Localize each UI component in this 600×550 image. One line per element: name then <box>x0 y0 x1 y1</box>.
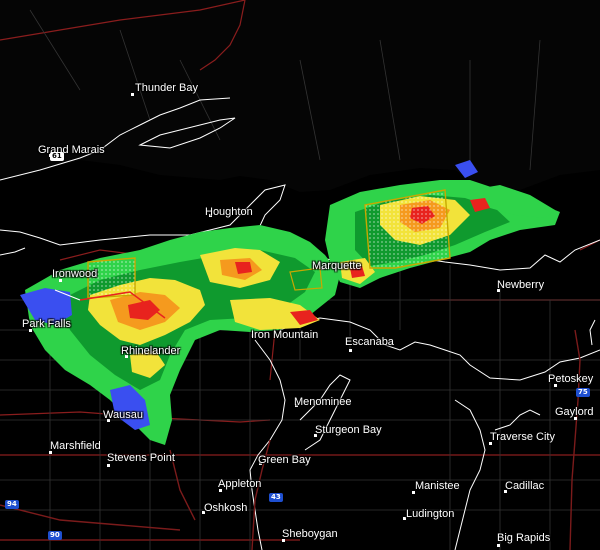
city-label: Newberry <box>497 279 545 291</box>
city-label: Stevens Point <box>107 452 175 464</box>
highway-shield: 94 <box>5 500 19 509</box>
city-label: Park Falls <box>22 318 71 330</box>
highway-shield: 90 <box>48 531 62 540</box>
city-dot <box>497 544 500 547</box>
city-label: Escanaba <box>345 336 394 348</box>
city-label: Ludington <box>406 508 455 520</box>
city-label: Sheboygan <box>282 528 338 540</box>
city-label: Marquette <box>312 260 362 272</box>
city-label: Thunder Bay <box>135 82 198 94</box>
city-dot <box>349 349 352 352</box>
radar-map: Thunder Bay Grand Marais Houghton Ironwood M… <box>0 0 600 550</box>
highway-shield: 43 <box>269 493 283 502</box>
city-label: Cadillac <box>505 480 545 492</box>
highway-shield: 75 <box>576 388 590 397</box>
city-label: Manistee <box>415 480 460 492</box>
city-label: Ironwood <box>52 268 98 280</box>
city-label: Houghton <box>205 206 253 218</box>
city-label: Rhinelander <box>121 345 181 357</box>
city-label: Sturgeon Bay <box>315 424 382 436</box>
city-label: Menominee <box>294 396 352 408</box>
city-label: Petoskey <box>548 373 594 385</box>
city-label: Gaylord <box>555 406 594 418</box>
city-label: Iron Mountain <box>251 329 319 341</box>
city-label: Traverse City <box>490 431 555 443</box>
city-label: Green Bay <box>258 454 311 466</box>
city-label: Appleton <box>218 478 262 490</box>
highway-shield: 61 <box>50 152 64 161</box>
city-dot <box>131 93 134 96</box>
city-label: Grand Marais <box>38 144 105 156</box>
city-dot <box>107 464 110 467</box>
city-label: Oshkosh <box>204 502 248 514</box>
city-label: Wausau <box>103 409 143 421</box>
city-label: Marshfield <box>50 440 101 452</box>
land-north-shore <box>0 0 600 192</box>
city-label: Big Rapids <box>497 532 551 544</box>
